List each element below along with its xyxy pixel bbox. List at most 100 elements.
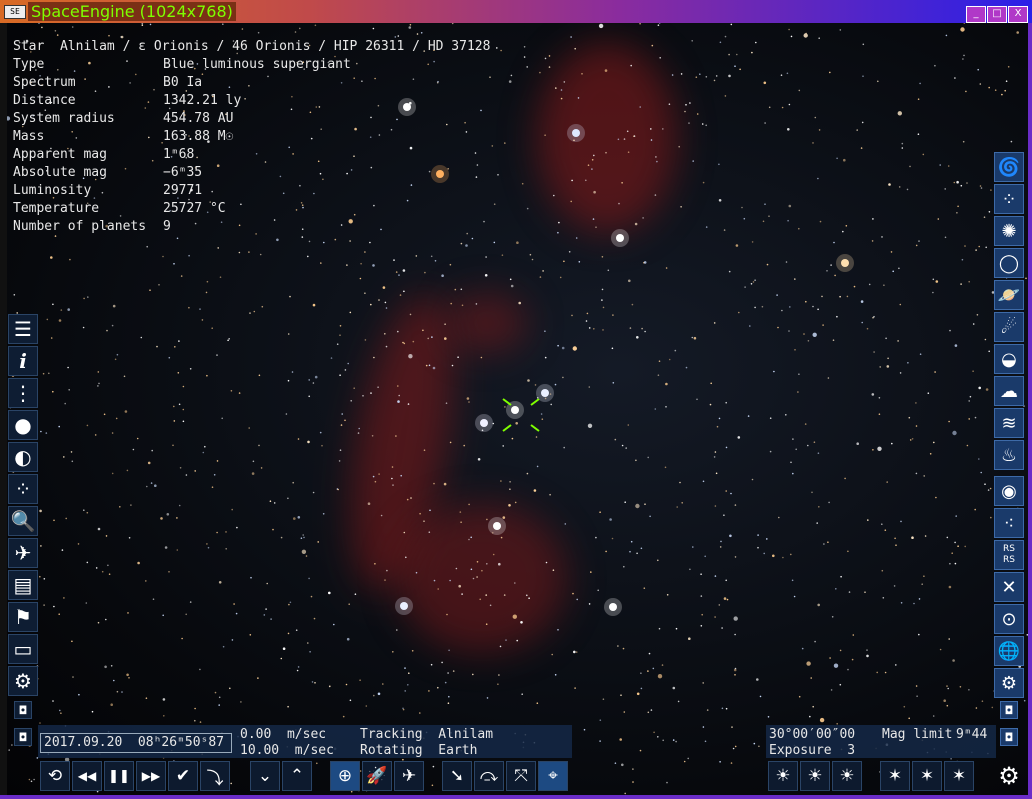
star xyxy=(238,392,241,394)
minimize-button[interactable]: _ xyxy=(966,6,986,23)
star xyxy=(549,493,551,496)
planet-rings-icon[interactable]: 🪐 xyxy=(994,280,1024,310)
star xyxy=(725,490,727,492)
exposure-down-icon[interactable]: ☀ xyxy=(768,761,798,791)
water-icon[interactable]: ≋ xyxy=(994,408,1024,438)
eye-icon[interactable]: ◉ xyxy=(994,476,1024,506)
info-icon[interactable]: i xyxy=(8,346,38,376)
star xyxy=(408,672,410,674)
collapse-icon[interactable]: ✕ xyxy=(994,572,1024,602)
rocket-icon[interactable]: 🚀 xyxy=(362,761,392,791)
labels-toggle[interactable]: RS RS xyxy=(994,540,1024,570)
star xyxy=(72,676,74,678)
goto-icon[interactable]: ➘ xyxy=(442,761,472,791)
star xyxy=(314,682,316,684)
small-toggle-icon[interactable]: ◘ xyxy=(14,728,32,746)
star xyxy=(282,647,286,650)
exposure-up-icon[interactable]: ☀ xyxy=(832,761,862,791)
star xyxy=(235,612,238,615)
settings-icon[interactable]: ⚙ xyxy=(994,761,1024,791)
search-icon[interactable]: 🔍 xyxy=(8,506,38,536)
star xyxy=(978,386,981,390)
aurora-icon[interactable]: ♨ xyxy=(994,440,1024,470)
current-time-icon[interactable]: ⤵ xyxy=(200,761,230,791)
mag-limit-up-icon[interactable]: ✶ xyxy=(944,761,974,791)
star xyxy=(56,34,59,36)
ring-icon[interactable]: ◯ xyxy=(994,248,1024,278)
flag-icon[interactable]: ⚑ xyxy=(8,602,38,632)
star xyxy=(621,444,624,447)
reverse-time-icon[interactable]: ⟲ xyxy=(40,761,70,791)
small-toggle-icon[interactable]: ◘ xyxy=(1000,728,1018,746)
star-field-icon[interactable]: ⁘ xyxy=(8,474,38,504)
star xyxy=(437,588,440,590)
star xyxy=(689,568,691,571)
small-toggle-icon[interactable]: ◘ xyxy=(14,701,32,719)
exposure-reset-icon[interactable]: ☀ xyxy=(800,761,830,791)
pause-icon[interactable]: ❚❚ xyxy=(104,761,134,791)
airplane-icon[interactable]: ✈ xyxy=(394,761,424,791)
clouds-icon[interactable]: ☁ xyxy=(994,376,1024,406)
menu-icon[interactable]: ☰ xyxy=(8,314,38,344)
star xyxy=(657,674,663,679)
star xyxy=(430,255,433,258)
grid-globe-icon[interactable]: 🌐 xyxy=(994,636,1024,666)
nebulae-icon[interactable]: ✺ xyxy=(994,216,1024,246)
display-icon[interactable]: ▭ xyxy=(8,634,38,664)
solar-system-browser-icon[interactable]: ● xyxy=(8,410,38,440)
rewind-icon[interactable]: ◀◀ xyxy=(72,761,102,791)
star xyxy=(151,449,153,452)
star xyxy=(250,576,252,579)
star xyxy=(452,670,455,672)
planetarium-icon[interactable]: ⋮ xyxy=(8,378,38,408)
date-time-field[interactable]: 2017.09.20 08ʰ26ᵐ50ˢ87 xyxy=(40,733,232,753)
star xyxy=(265,608,267,610)
star-browser-icon[interactable]: ◐ xyxy=(8,442,38,472)
mag-limit-reset-icon[interactable]: ✶ xyxy=(912,761,942,791)
orbit-icon[interactable]: ⊙ xyxy=(994,604,1024,634)
star xyxy=(636,692,640,696)
speed-down-icon[interactable]: ⌄ xyxy=(250,761,280,791)
land-icon[interactable]: ⤼ xyxy=(474,761,504,791)
star xyxy=(650,139,653,141)
star xyxy=(966,182,968,184)
galaxies-icon[interactable]: 🌀 xyxy=(994,152,1024,182)
star xyxy=(653,731,655,734)
star xyxy=(599,511,601,513)
settings-icon[interactable]: ⚙ xyxy=(8,666,38,696)
settings-icon[interactable]: ⚙ xyxy=(994,668,1024,698)
spaceship-icon[interactable]: ✈ xyxy=(8,538,38,568)
star xyxy=(509,481,511,483)
app-icon[interactable]: SE xyxy=(4,5,26,19)
star-clusters-icon[interactable]: ⁘ xyxy=(994,184,1024,214)
realtime-check-icon[interactable]: ✔ xyxy=(168,761,198,791)
star xyxy=(908,416,911,419)
calendar-icon[interactable]: ▤ xyxy=(8,570,38,600)
star xyxy=(602,698,605,700)
star xyxy=(876,671,878,674)
star xyxy=(43,604,45,606)
star xyxy=(444,323,446,326)
star xyxy=(732,747,735,750)
speed-up-icon[interactable]: ⌃ xyxy=(282,761,312,791)
dots-icon[interactable]: ⁖ xyxy=(994,508,1024,538)
comet-icon[interactable]: ☄ xyxy=(994,312,1024,342)
atmosphere-icon[interactable]: ◒ xyxy=(994,344,1024,374)
star xyxy=(485,594,488,596)
maximize-button[interactable]: □ xyxy=(987,6,1007,23)
mag-limit-down-icon[interactable]: ✶ xyxy=(880,761,910,791)
star xyxy=(384,333,386,335)
fast-forward-icon[interactable]: ▶▶ xyxy=(136,761,166,791)
star xyxy=(550,403,552,406)
star xyxy=(313,617,316,620)
center-target-icon[interactable]: ⌖ xyxy=(538,761,568,791)
free-mode-icon[interactable]: ⊕ xyxy=(330,761,360,791)
close-button[interactable]: X xyxy=(1008,6,1028,23)
star xyxy=(866,649,868,651)
star xyxy=(156,345,158,348)
star xyxy=(404,667,406,669)
small-toggle-icon[interactable]: ◘ xyxy=(1000,701,1018,719)
star xyxy=(987,489,990,491)
star xyxy=(734,633,736,636)
fullscreen-icon[interactable]: ⤧ xyxy=(506,761,536,791)
